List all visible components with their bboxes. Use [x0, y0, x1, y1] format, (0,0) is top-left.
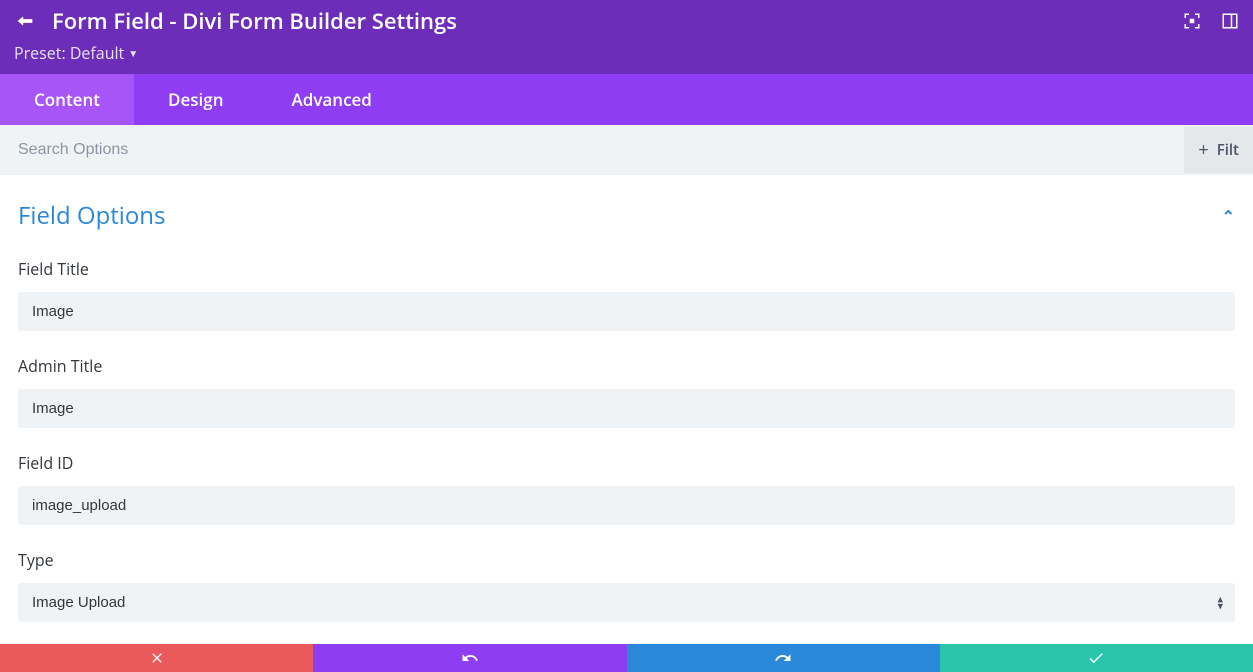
redo-button[interactable]	[627, 644, 940, 672]
filter-button[interactable]: + Filt	[1184, 127, 1253, 173]
field-id-input[interactable]	[18, 486, 1235, 525]
search-input[interactable]	[18, 141, 1184, 159]
filter-label: Filt	[1217, 140, 1239, 160]
type-label: Type	[18, 549, 1235, 571]
type-select-wrap: Image Upload ▴▾	[18, 583, 1235, 622]
chevron-down-icon: ▼	[128, 46, 138, 60]
footer-bar	[0, 644, 1253, 672]
field-title-label: Field Title	[18, 258, 1235, 280]
cancel-button[interactable]	[0, 644, 313, 672]
chevron-up-icon[interactable]: ⌃	[1222, 205, 1235, 227]
header-actions	[1183, 12, 1239, 30]
type-group: Type Image Upload ▴▾	[18, 549, 1235, 622]
section-header[interactable]: Field Options ⌃	[18, 199, 1235, 232]
field-id-group: Field ID	[18, 452, 1235, 525]
field-title-input[interactable]	[18, 292, 1235, 331]
header-top-row: Form Field - Divi Form Builder Settings	[14, 6, 1239, 36]
tab-design[interactable]: Design	[134, 74, 258, 125]
preset-label: Preset: Default	[14, 42, 124, 64]
admin-title-label: Admin Title	[18, 355, 1235, 377]
section-title: Field Options	[18, 199, 165, 232]
field-title-group: Field Title	[18, 258, 1235, 331]
content-area: Field Options ⌃ Field Title Admin Title …	[0, 175, 1253, 644]
type-select[interactable]: Image Upload	[18, 583, 1235, 622]
snap-icon[interactable]	[1221, 12, 1239, 30]
back-icon[interactable]	[14, 10, 36, 32]
plus-icon: +	[1198, 141, 1208, 159]
tab-bar: Content Design Advanced	[0, 74, 1253, 125]
tab-content[interactable]: Content	[0, 74, 134, 125]
modal-title: Form Field - Divi Form Builder Settings	[52, 6, 457, 36]
header-left: Form Field - Divi Form Builder Settings	[14, 6, 457, 36]
search-bar: + Filt	[0, 125, 1253, 175]
field-id-label: Field ID	[18, 452, 1235, 474]
tab-advanced[interactable]: Advanced	[258, 74, 406, 125]
admin-title-input[interactable]	[18, 389, 1235, 428]
undo-button[interactable]	[313, 644, 626, 672]
save-button[interactable]	[940, 644, 1253, 672]
preset-dropdown[interactable]: Preset: Default ▼	[14, 42, 1239, 64]
focus-icon[interactable]	[1183, 12, 1201, 30]
modal-header: Form Field - Divi Form Builder Settings …	[0, 0, 1253, 74]
admin-title-group: Admin Title	[18, 355, 1235, 428]
